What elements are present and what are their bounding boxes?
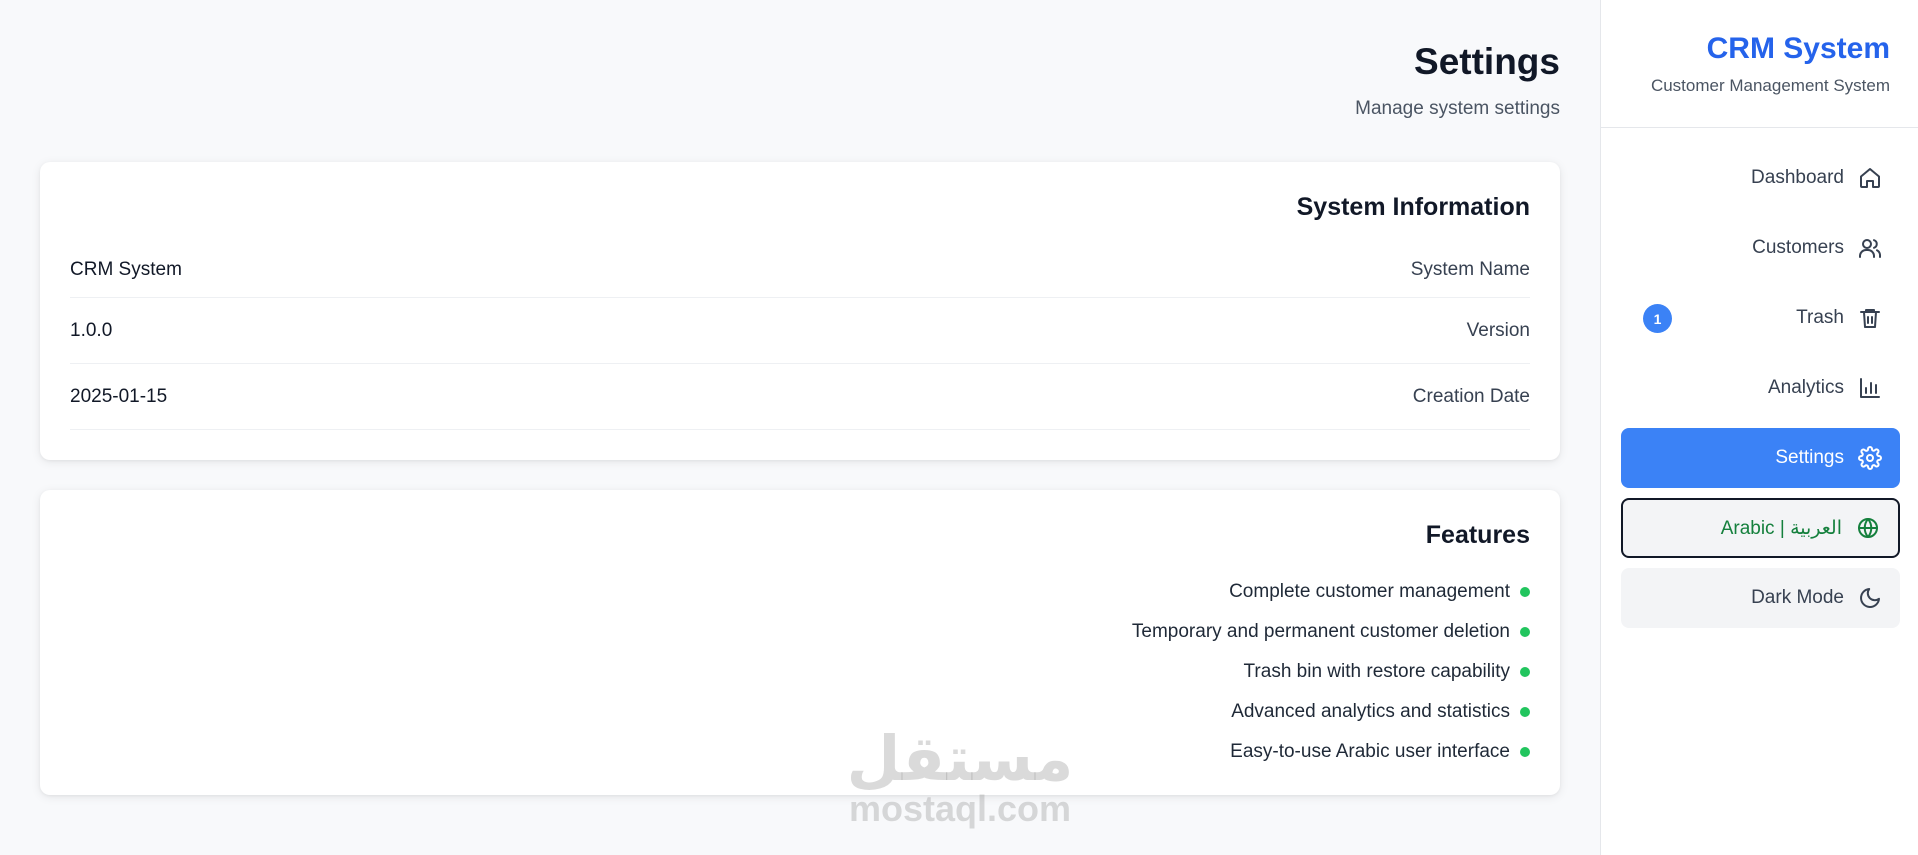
info-row-version: 1.0.0 Version <box>70 298 1530 364</box>
feature-dot-icon <box>1520 627 1530 637</box>
feature-item: Trash bin with restore capability <box>70 652 1530 692</box>
bar-chart-icon <box>1858 376 1882 400</box>
feature-text: Advanced analytics and statistics <box>1231 701 1510 722</box>
system-information-card: System Information CRM System System Nam… <box>40 162 1560 460</box>
gear-icon <box>1858 446 1882 470</box>
sidebar-item-label: Customers <box>1752 237 1844 258</box>
feature-dot-icon <box>1520 667 1530 677</box>
users-icon <box>1858 236 1882 260</box>
info-value: 2025-01-15 <box>70 385 168 407</box>
home-icon <box>1858 166 1882 190</box>
features-title: Features <box>1425 521 1530 549</box>
feature-text: Complete customer management <box>1229 581 1510 602</box>
brand: CRM System Customer Management System <box>1601 0 1918 128</box>
info-value: 1.0.0 <box>70 319 113 341</box>
page-subtitle: Manage system settings <box>1355 98 1560 119</box>
dark-mode-toggle-label: Dark Mode <box>1751 587 1844 608</box>
language-toggle-label: Arabic | العربية <box>1720 517 1842 539</box>
language-toggle-button[interactable]: Arabic | العربية <box>1621 498 1900 558</box>
info-value: CRM System <box>70 258 182 280</box>
moon-icon <box>1858 586 1882 610</box>
features-card: Features Complete customer management Te… <box>40 490 1560 795</box>
info-label: Version <box>1466 319 1530 341</box>
sidebar-nav: Dashboard Customers 1 Trash Analytics Se… <box>1601 128 1918 628</box>
trash-icon <box>1858 306 1882 330</box>
info-label: Creation Date <box>1412 385 1530 407</box>
dark-mode-toggle-button[interactable]: Dark Mode <box>1621 568 1900 628</box>
feature-dot-icon <box>1520 707 1530 717</box>
feature-item: Complete customer management <box>70 572 1530 612</box>
page-header: Settings Manage system settings <box>40 40 1560 120</box>
sidebar-item-dashboard[interactable]: Dashboard <box>1621 148 1900 208</box>
sidebar-item-label: Dashboard <box>1751 167 1844 188</box>
trash-count-badge: 1 <box>1643 304 1672 333</box>
sidebar: CRM System Customer Management System Da… <box>1600 0 1918 855</box>
sidebar-item-customers[interactable]: Customers <box>1621 218 1900 278</box>
feature-dot-icon <box>1520 747 1530 757</box>
sidebar-item-label: Analytics <box>1767 377 1844 398</box>
features-list: Complete customer management Temporary a… <box>70 572 1530 772</box>
page-title: Settings <box>1414 41 1560 82</box>
sidebar-item-label: Settings <box>1775 447 1844 468</box>
brand-title: CRM System <box>1706 32 1890 65</box>
system-information-title: System Information <box>1296 193 1530 221</box>
sidebar-item-analytics[interactable]: Analytics <box>1621 358 1900 418</box>
sidebar-item-settings[interactable]: Settings <box>1621 428 1900 488</box>
feature-text: Temporary and permanent customer deletio… <box>1131 621 1510 642</box>
info-label: System Name <box>1410 258 1530 280</box>
feature-item: Temporary and permanent customer deletio… <box>70 612 1530 652</box>
feature-text: Easy-to-use Arabic user interface <box>1230 741 1510 762</box>
info-row-system-name: CRM System System Name <box>70 242 1530 298</box>
system-information-table: CRM System System Name 1.0.0 Version 202… <box>70 242 1530 430</box>
feature-item: Advanced analytics and statistics <box>70 692 1530 732</box>
feature-item: Easy-to-use Arabic user interface <box>70 732 1530 772</box>
feature-dot-icon <box>1520 587 1530 597</box>
sidebar-item-trash[interactable]: 1 Trash <box>1621 288 1900 348</box>
info-row-creation-date: 2025-01-15 Creation Date <box>70 364 1530 430</box>
sidebar-item-label: Trash <box>1796 307 1844 328</box>
globe-icon <box>1856 516 1880 540</box>
brand-subtitle: Customer Management System <box>1650 76 1890 95</box>
feature-text: Trash bin with restore capability <box>1243 661 1510 682</box>
